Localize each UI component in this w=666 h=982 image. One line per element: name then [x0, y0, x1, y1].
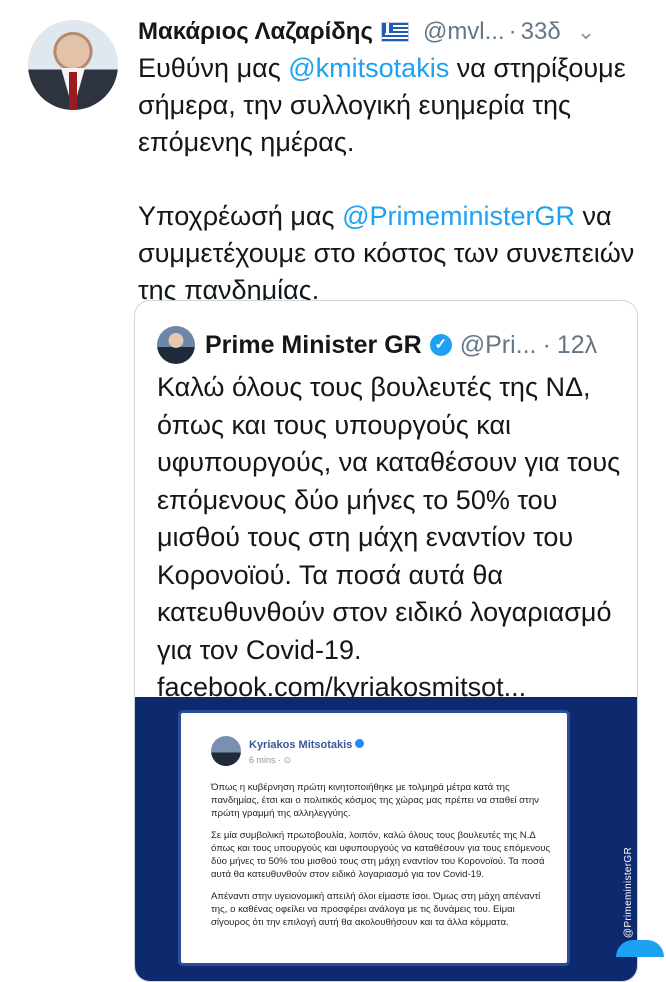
fb-post-time: 6 mins · ⊙	[249, 755, 292, 765]
tweet-time[interactable]: 33δ	[521, 18, 561, 46]
tweet-header: Μακάριος Λαζαρίδης @mvl... · 33δ ⌄	[138, 12, 658, 52]
quoted-text: Καλώ όλους τους βουλευτές της ΝΔ, όπως κ…	[157, 369, 627, 707]
tweet-paragraph-2: Υποχρέωσή μας @PrimeministerGR να συμμετ…	[138, 198, 648, 309]
separator-dot: ·	[542, 330, 551, 359]
author-name[interactable]: Μακάριος Λαζαρίδης	[138, 18, 373, 46]
separator-dot: ·	[508, 18, 517, 45]
tweet-text-segment: Ευθύνη μας	[138, 53, 289, 83]
author-handle[interactable]: @mvl...	[423, 18, 505, 46]
quoted-author-name[interactable]: Prime Minister GR	[205, 331, 422, 360]
quoted-avatar[interactable]	[157, 326, 195, 364]
fb-paragraph-3: Απέναντι στην υγειονομική απειλή όλοι εί…	[211, 891, 541, 928]
mention-link[interactable]: @PrimeministerGR	[342, 201, 575, 231]
fb-post-header: Kyriakos Mitsotakis 6 mins · ⊙	[211, 735, 365, 766]
tweet-text-segment: Υποχρέωσή μας	[138, 201, 343, 231]
tweet-paragraph-1: Ευθύνη μας @kmitsotakis να στηρίξουμε σή…	[138, 50, 648, 161]
avatar-tie	[69, 72, 77, 110]
fb-post-body: Όπως η κυβέρνηση πρώτη κινητοποιήθηκε με…	[211, 781, 551, 938]
fb-author-name: Kyriakos Mitsotakis	[249, 739, 353, 751]
facebook-post-card: Kyriakos Mitsotakis 6 mins · ⊙ Όπως η κυ…	[181, 713, 567, 963]
fb-author-block: Kyriakos Mitsotakis 6 mins · ⊙	[249, 735, 365, 766]
watermark-handle: @PrimeministerGR	[623, 847, 634, 939]
fb-avatar	[211, 735, 241, 766]
fb-paragraph-1: Όπως η κυβέρνηση πρώτη κινητοποιήθηκε με…	[211, 782, 539, 819]
author-avatar[interactable]	[28, 20, 118, 110]
verified-badge-icon: ✓	[429, 334, 452, 356]
quoted-time[interactable]: 12λ	[557, 331, 597, 360]
fb-verified-icon	[355, 739, 365, 749]
mention-link[interactable]: @kmitsotakis	[288, 53, 449, 83]
tweet-text: Ευθύνη μας @kmitsotakis να στηρίξουμε σή…	[138, 50, 648, 309]
chevron-down-icon[interactable]: ⌄	[577, 19, 595, 45]
fb-paragraph-2: Σε μία συμβολική πρωτοβουλία, λοιπόν, κα…	[211, 830, 551, 880]
quoted-handle[interactable]: @Pri...	[460, 331, 537, 360]
compose-tweet-button[interactable]	[616, 940, 664, 957]
quoted-body: Καλώ όλους τους βουλευτές της ΝΔ, όπως κ…	[157, 372, 621, 665]
quoted-media-image[interactable]: Kyriakos Mitsotakis 6 mins · ⊙ Όπως η κυ…	[135, 697, 637, 981]
quoted-header: Prime Minister GR ✓ @Pri... · 12λ	[157, 323, 627, 367]
greek-flag-icon	[380, 22, 409, 42]
quoted-tweet[interactable]: Prime Minister GR ✓ @Pri... · 12λ Καλώ ό…	[134, 300, 638, 982]
fb-author-line: Kyriakos Mitsotakis	[249, 735, 365, 753]
